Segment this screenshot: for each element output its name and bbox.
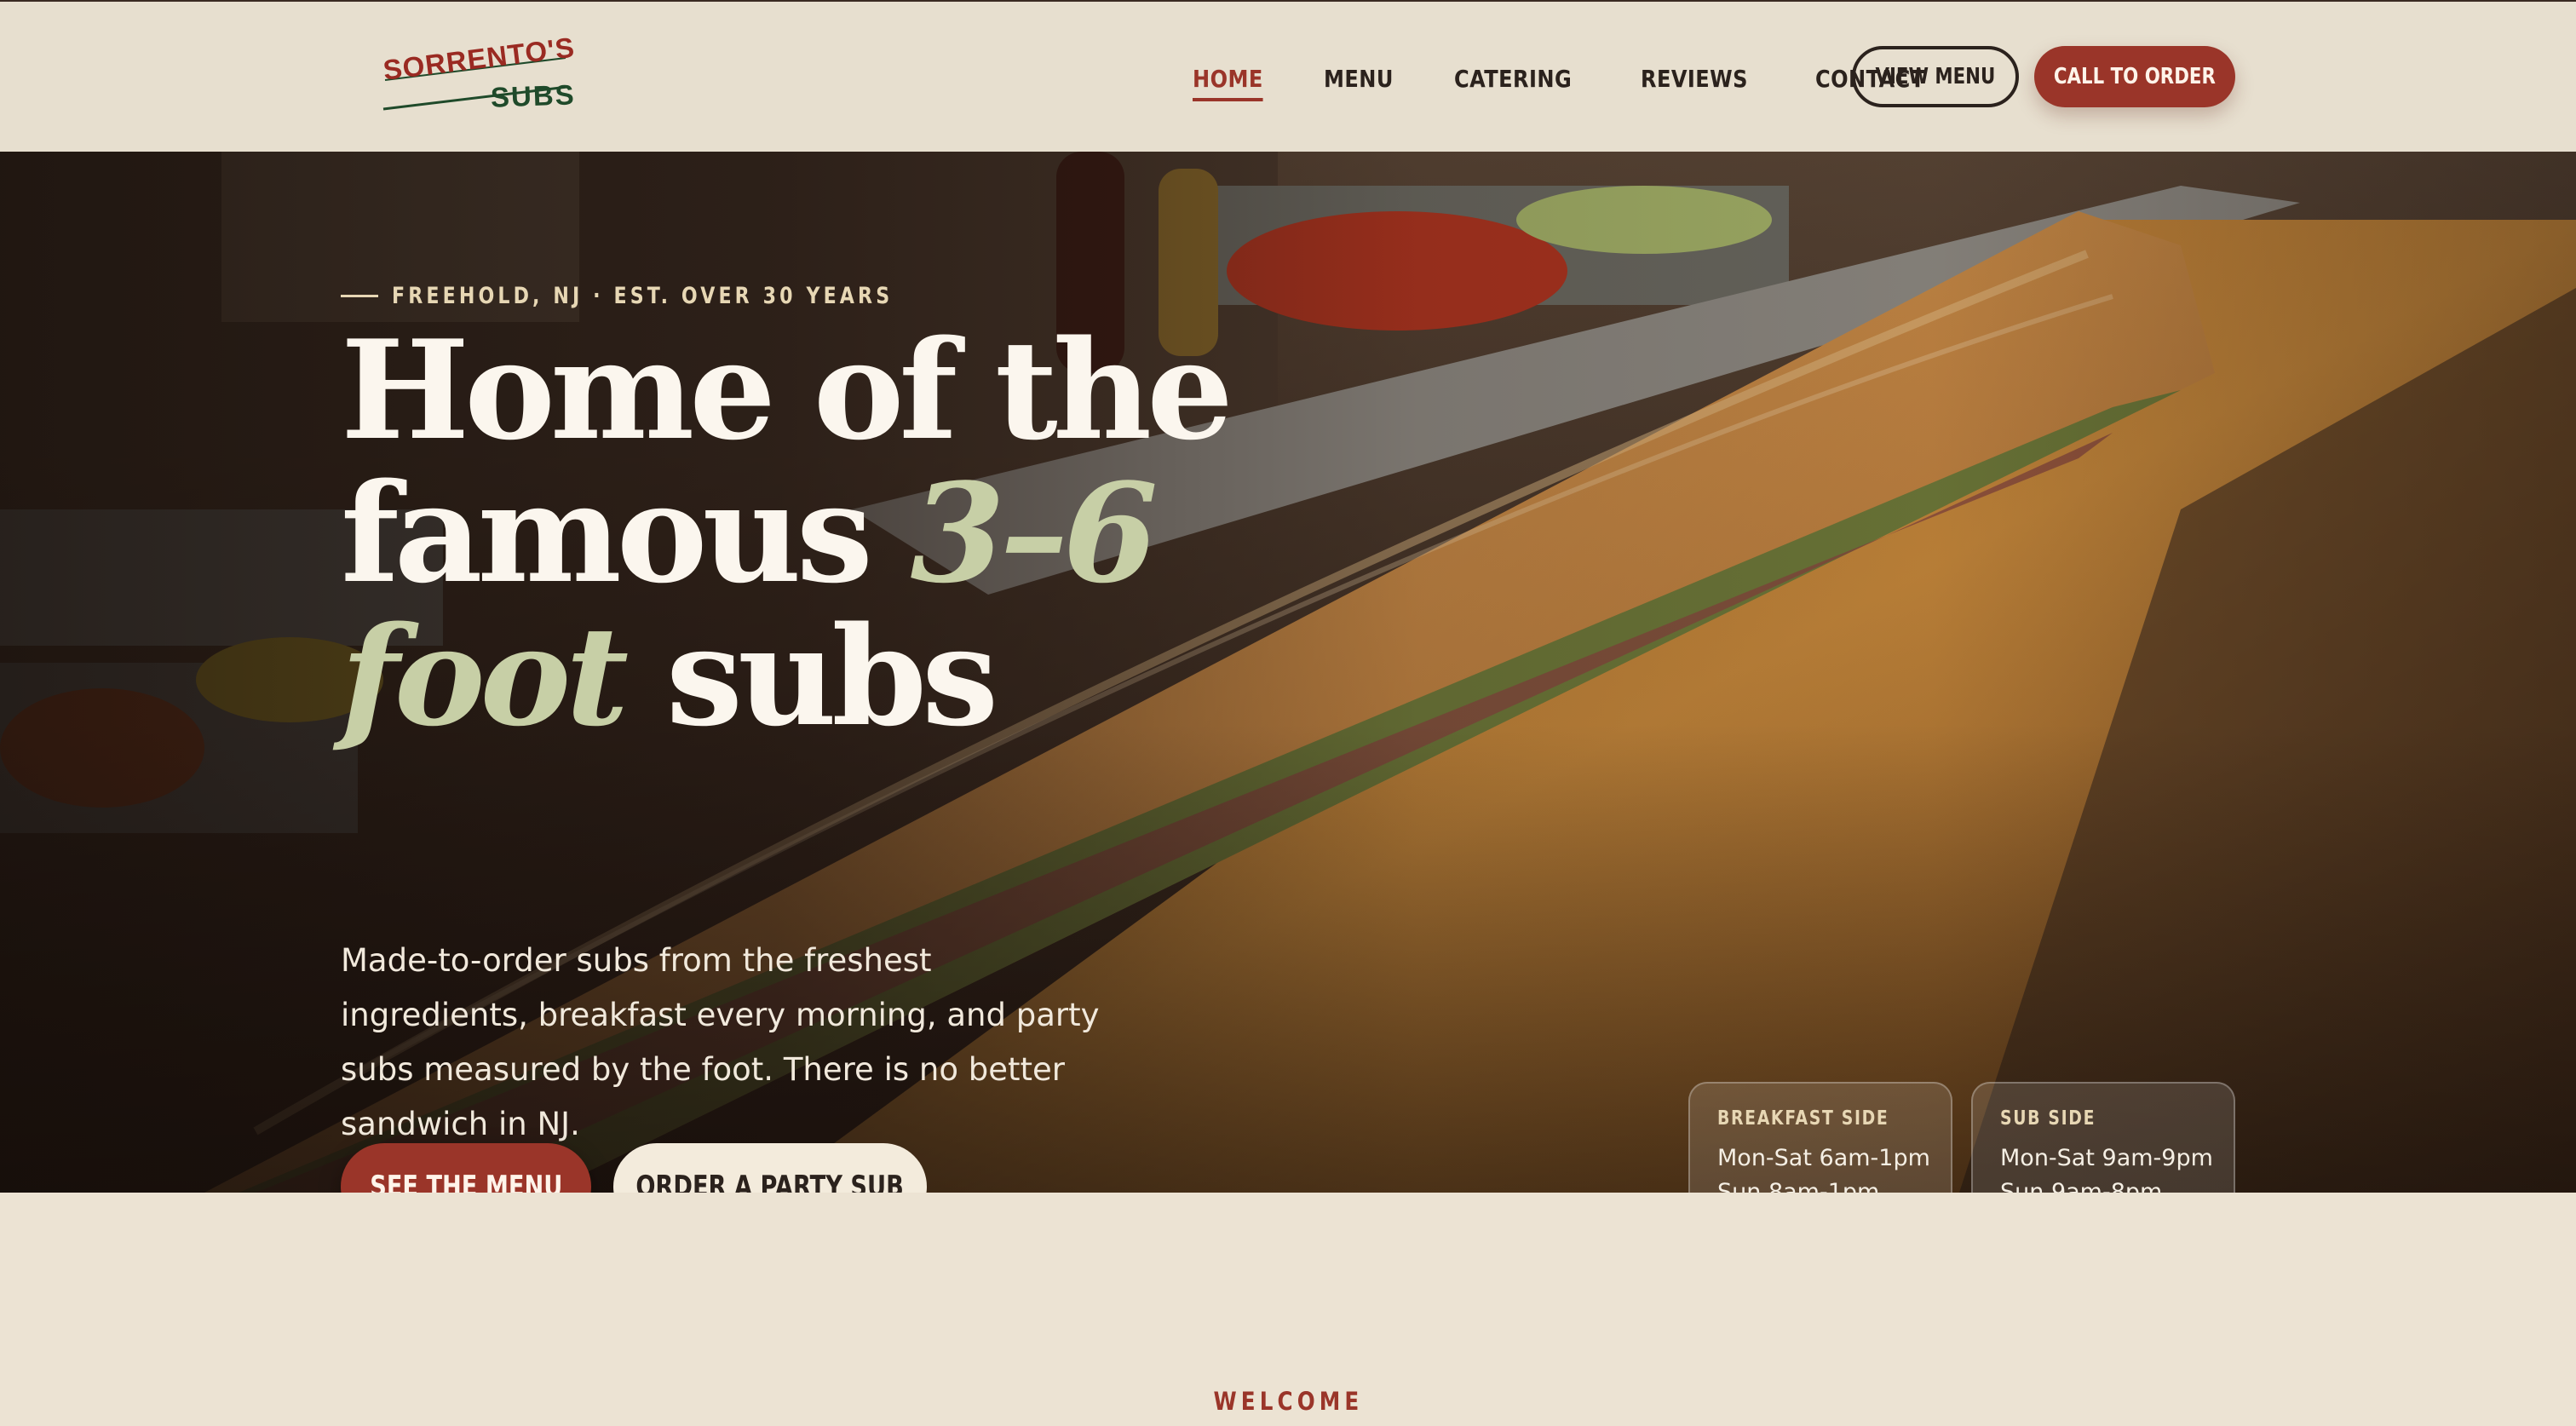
headline-subs: subs <box>624 596 998 756</box>
hours-card-label: SUB SIDE <box>2000 1107 2096 1130</box>
call-to-order-label: CALL TO ORDER <box>2053 64 2217 89</box>
headline-line-2: famous 3–6 <box>341 462 1193 605</box>
nav-menu[interactable]: MENU <box>1324 65 1394 93</box>
headline-line-3: foot subs <box>341 605 1193 748</box>
hours-weekday: Mon-Sat 9am-9pm <box>2000 1145 2213 1171</box>
logo-wordmark-bottom: SUBS <box>490 78 577 113</box>
order-party-sub-button[interactable]: ORDER A PARTY SUB <box>613 1143 927 1193</box>
headline-foot-accent: foot <box>341 596 629 756</box>
headline-famous: famous <box>341 453 911 613</box>
hours-sunday: Sun 9am-8pm <box>2000 1179 2163 1193</box>
hours-sunday: Sun 8am-1pm <box>1717 1179 1880 1193</box>
view-menu-label: VIEW MENU <box>1875 64 1996 89</box>
headline-line-1: Home of the <box>341 310 1233 470</box>
hours-card-subs: SUB SIDE Mon-Sat 9am-9pm Sun 9am-8pm <box>1971 1082 2235 1193</box>
call-to-order-button[interactable]: CALL TO ORDER <box>2034 46 2235 107</box>
welcome-eyebrow-text: WELCOME <box>1213 1387 1363 1416</box>
order-party-sub-label: ORDER A PARTY SUB <box>635 1170 905 1193</box>
hero-headline: Home of the famous 3–6 foot subs <box>341 310 1233 748</box>
site-header: SORRENTO'S SUBS HOME MENU CATERING REVIE… <box>0 2 2576 152</box>
hero-section: FREEHOLD, NJ · EST. OVER 30 YEARS Home o… <box>0 152 2576 1193</box>
hero-eyebrow-text: FREEHOLD, NJ · EST. OVER 30 YEARS <box>392 283 894 309</box>
hero-lead: Made-to-order subs from the freshest ing… <box>341 942 1100 1142</box>
site-logo[interactable]: SORRENTO'S SUBS <box>378 32 577 114</box>
see-the-menu-label: SEE THE MENU <box>369 1170 563 1193</box>
hours-card-label: BREAKFAST SIDE <box>1717 1107 1889 1130</box>
hero-eyebrow: FREEHOLD, NJ · EST. OVER 30 YEARS <box>341 283 1003 309</box>
view-menu-button[interactable]: VIEW MENU <box>1852 46 2019 107</box>
hours-card-breakfast: BREAKFAST SIDE Mon-Sat 6am-1pm Sun 8am-1… <box>1688 1082 1952 1193</box>
nav-home[interactable]: HOME <box>1193 65 1263 101</box>
headline-size-accent: 3–6 <box>910 453 1159 613</box>
eyebrow-dash <box>341 295 378 297</box>
welcome-eyebrow: WELCOME <box>0 1387 2576 1416</box>
nav-catering[interactable]: CATERING <box>1454 65 1572 93</box>
see-the-menu-button[interactable]: SEE THE MENU <box>341 1143 591 1193</box>
nav-reviews[interactable]: REVIEWS <box>1641 65 1748 93</box>
hours-weekday: Mon-Sat 6am-1pm <box>1717 1145 1930 1171</box>
